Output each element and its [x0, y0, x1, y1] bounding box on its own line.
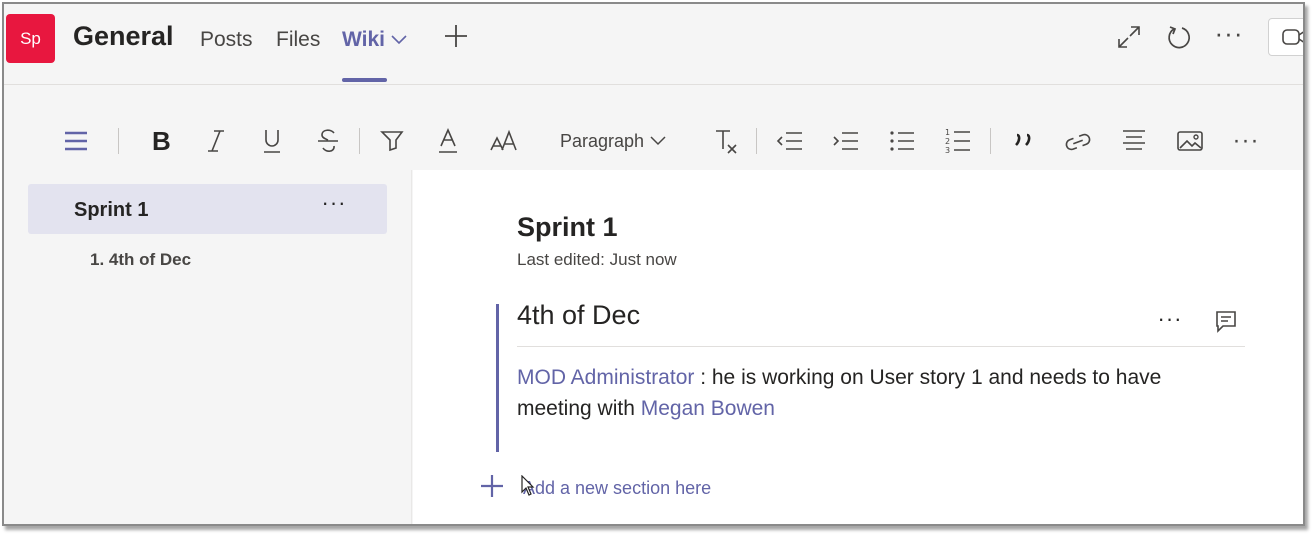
page-more-options-icon[interactable]: ··· — [316, 190, 352, 220]
wiki-sidebar: Sprint 1 ··· 1. 4th of Dec — [4, 170, 412, 524]
bold-icon[interactable]: B — [144, 124, 176, 158]
section-focus-bar — [496, 304, 499, 452]
quote-icon[interactable] — [1008, 124, 1040, 158]
underline-icon[interactable] — [256, 124, 288, 158]
menu-icon[interactable] — [60, 124, 92, 158]
add-section-icon[interactable] — [479, 473, 505, 499]
increase-indent-icon[interactable] — [830, 124, 862, 158]
team-avatar[interactable]: Sp — [6, 14, 55, 63]
last-edited-text: Last edited: Just now — [517, 250, 677, 269]
section-more-options-icon[interactable]: ··· — [1153, 306, 1187, 334]
refresh-icon[interactable] — [1164, 22, 1194, 52]
highlight-icon[interactable] — [376, 124, 408, 158]
section-body[interactable]: MOD Administrator : he is working on Use… — [517, 362, 1217, 424]
comment-icon[interactable] — [1213, 308, 1239, 334]
teams-window: Sp General Posts Files Wiki ··· B Paragr… — [2, 2, 1305, 526]
paragraph-style-label: Paragraph — [560, 130, 645, 151]
align-icon[interactable] — [1118, 124, 1150, 158]
tab-posts[interactable]: Posts — [200, 28, 253, 52]
active-tab-indicator — [342, 78, 387, 82]
strikethrough-icon[interactable] — [312, 124, 344, 158]
sidebar-item-label: Sprint 1 — [74, 199, 149, 221]
font-size-icon[interactable] — [488, 124, 520, 158]
tab-files[interactable]: Files — [276, 28, 320, 52]
channel-header: Sp General Posts Files Wiki ··· — [4, 4, 1303, 84]
toolbar-divider — [756, 128, 757, 154]
tab-wiki[interactable]: Wiki — [342, 28, 407, 52]
decrease-indent-icon[interactable] — [774, 124, 806, 158]
chevron-down-icon — [650, 136, 666, 146]
paragraph-style-dropdown[interactable]: Paragraph — [560, 124, 676, 158]
bulleted-list-icon[interactable] — [886, 124, 918, 158]
italic-icon[interactable] — [200, 124, 232, 158]
chevron-down-icon — [391, 35, 407, 45]
numbered-list-icon[interactable]: 123 — [942, 124, 974, 158]
link-icon[interactable] — [1062, 124, 1094, 158]
toolbar-divider — [990, 128, 991, 154]
page-title[interactable]: Sprint 1 — [517, 212, 618, 243]
expand-icon[interactable] — [1114, 22, 1144, 52]
section-title[interactable]: 4th of Dec — [517, 300, 640, 331]
svg-text:B: B — [152, 128, 171, 154]
svg-text:3: 3 — [945, 146, 950, 155]
section-divider — [517, 346, 1245, 347]
add-section-button[interactable]: Add a new section here — [523, 478, 711, 499]
svg-text:1: 1 — [945, 128, 950, 137]
font-color-icon[interactable] — [432, 124, 464, 158]
add-tab-icon[interactable] — [442, 22, 470, 50]
sidebar-section-item[interactable]: 1. 4th of Dec — [90, 250, 191, 270]
mention-link[interactable]: Megan Bowen — [641, 397, 775, 420]
mouse-pointer-icon — [521, 475, 535, 496]
meet-icon — [1282, 29, 1303, 45]
tab-wiki-label: Wiki — [342, 28, 385, 51]
header-divider — [4, 84, 1303, 85]
image-icon[interactable] — [1174, 124, 1206, 158]
channel-title: General — [73, 21, 174, 51]
toolbar-divider — [359, 128, 360, 154]
more-icon[interactable]: ··· — [1230, 124, 1262, 158]
mention-link[interactable]: MOD Administrator — [517, 366, 694, 389]
formatting-toolbar: B Paragraph 1 2 3 ··· — [4, 112, 1303, 170]
more-options-icon[interactable]: ··· — [1214, 18, 1244, 48]
toolbar-divider — [118, 128, 119, 154]
svg-text:2: 2 — [945, 137, 950, 146]
clear-formatting-icon[interactable] — [710, 124, 742, 158]
sidebar-item-sprint-1[interactable]: Sprint 1 ··· — [28, 184, 387, 234]
meet-button[interactable] — [1268, 18, 1303, 56]
wiki-content: Sprint 1 Last edited: Just now 4th of De… — [413, 170, 1303, 524]
